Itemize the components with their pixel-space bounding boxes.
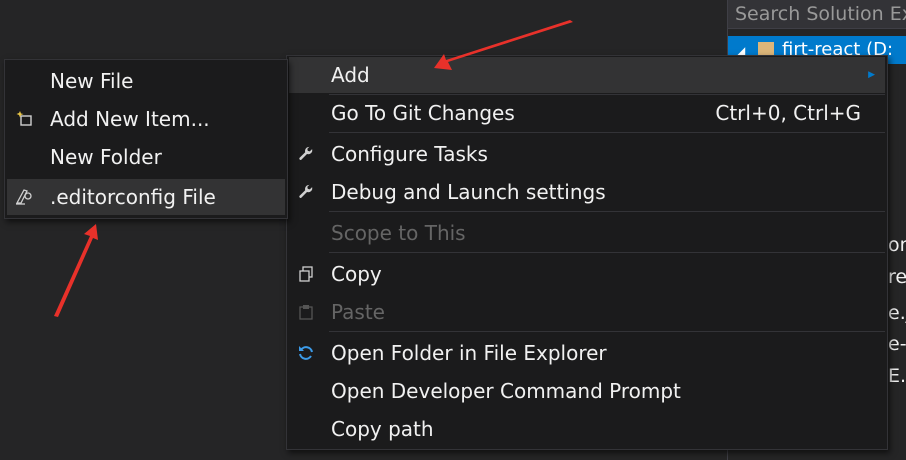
submenu-item-label: .editorconfig File [50,185,216,209]
solution-explorer-search-input[interactable]: Search Solution Ex [728,0,906,29]
submenu-item-label: New Folder [50,145,162,169]
menu-separator [329,132,885,133]
menu-item-label: Go To Git Changes [331,101,515,125]
menu-item-open-folder-in-explorer[interactable]: Open Folder in File Explorer [289,335,885,371]
submenu-item-label: Add New Item... [50,107,210,131]
paste-icon [293,294,319,330]
editorconfig-icon [12,179,38,215]
submenu-item-add-new-item[interactable]: Add New Item... [7,101,285,137]
menu-item-label: Debug and Launch settings [331,180,606,204]
menu-item-configure-tasks[interactable]: Configure Tasks [289,136,885,172]
menu-item-scope-to-this[interactable]: Scope to This [289,215,885,251]
submenu-item-new-folder[interactable]: New Folder [7,139,285,175]
menu-separator [329,252,885,253]
submenu-item-editorconfig-file[interactable]: .editorconfig File [7,179,285,215]
tree-item-fragment[interactable]: e.js [888,302,906,324]
menu-item-label: Open Folder in File Explorer [331,341,607,365]
menu-item-label: Paste [331,300,385,324]
context-menu: Add ▶ Go To Git Changes Ctrl+0, Ctrl+G C… [286,55,888,450]
tree-item-fragment[interactable]: re [888,266,906,288]
submenu-arrow-icon: ▶ [868,70,875,80]
menu-item-open-developer-command-prompt[interactable]: Open Developer Command Prompt [289,373,885,409]
add-submenu: New File Add New Item... New Folder .edi… [4,59,288,219]
menu-item-label: Copy [331,262,382,286]
wrench-icon [293,174,319,210]
folder-icon [758,41,774,55]
menu-separator [329,211,885,212]
submenu-item-label: New File [50,69,134,93]
menu-item-shortcut: Ctrl+0, Ctrl+G [715,101,861,125]
tree-item-fragment[interactable]: E.m [888,365,906,387]
tree-item-fragment[interactable]: on [888,234,906,256]
menu-item-copy[interactable]: Copy [289,256,885,292]
menu-item-go-to-git-changes[interactable]: Go To Git Changes Ctrl+0, Ctrl+G [289,95,885,131]
menu-item-debug-launch-settings[interactable]: Debug and Launch settings [289,174,885,210]
new-item-icon [12,101,38,137]
refresh-icon [293,335,319,371]
menu-item-label: Open Developer Command Prompt [331,379,681,403]
menu-item-label: Copy path [331,417,434,441]
menu-item-label: Configure Tasks [331,142,488,166]
menu-item-paste[interactable]: Paste [289,294,885,330]
annotation-arrow-to-editorconfig [54,224,98,317]
menu-item-label: Add [331,63,370,87]
tree-item-fragment[interactable]: e-l [888,333,906,355]
wrench-icon [293,136,319,172]
menu-item-add[interactable]: Add ▶ [289,57,885,93]
menu-item-label: Scope to This [331,221,466,245]
copy-icon [293,256,319,292]
menu-item-copy-path[interactable]: Copy path [289,411,885,447]
menu-separator [329,331,885,332]
submenu-item-new-file[interactable]: New File [7,63,285,99]
